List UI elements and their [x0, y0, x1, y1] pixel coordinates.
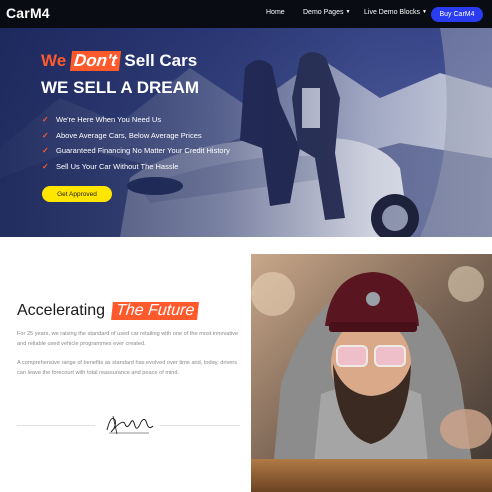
check-icon: ✓: [42, 161, 49, 171]
hero-bullet-list: ✓ We're Here When You Need Us ✓ Above Aver…: [42, 112, 230, 174]
portrait-photo: [251, 254, 492, 492]
logo[interactable]: CarM4: [6, 5, 50, 21]
about-paragraph-1: For 25 years, we raising the standard of…: [17, 331, 239, 347]
hero-title-suffix: Sell Cars: [124, 51, 198, 70]
about-paragraph-2: A comprehensive range of benefits as sta…: [17, 360, 238, 376]
get-approved-button[interactable]: Get Approved: [42, 186, 112, 202]
hero-section: We Don't Sell Cars WE SELL A DREAM ✓ We'r…: [0, 28, 492, 237]
buy-button[interactable]: Buy CarM4: [431, 7, 483, 22]
hero-title-highlight: Don't: [69, 51, 121, 71]
caret-down-icon: ▼: [345, 9, 351, 15]
hero-title-line1: We Don't Sell Cars: [41, 51, 197, 71]
hero-bullet: ✓ Sell Us Your Car Without The Hassle: [42, 159, 230, 175]
hero-bullet-text: Sell Us Your Car Without The Hassle: [56, 161, 179, 171]
about-title-text: Accelerating: [17, 302, 106, 319]
about-title: Accelerating The Future: [17, 302, 199, 320]
hero-bullet: ✓ We're Here When You Need Us: [42, 112, 230, 128]
check-icon: ✓: [42, 115, 49, 125]
about-title-highlight: The Future: [110, 302, 199, 320]
hero-bullet: ✓ Above Average Cars, Below Average Price…: [42, 128, 230, 144]
check-icon: ✓: [42, 130, 49, 140]
divider-left: [17, 425, 95, 426]
divider-right: [160, 425, 240, 426]
check-icon: ✓: [42, 146, 49, 156]
nav-link-demo-pages-label: Demo Pages: [303, 9, 344, 16]
hero-title-line2: WE SELL A DREAM: [41, 78, 200, 97]
signature-image: [106, 415, 154, 435]
nav-link-home-label: Home: [266, 9, 285, 16]
top-nav: CarM4 Home Demo Pages ▼ Live Demo Blocks ▼…: [0, 0, 492, 28]
hero-bullet-text: We're Here When You Need Us: [56, 115, 162, 125]
nav-link-live-demo-blocks[interactable]: Live Demo Blocks ▼: [364, 9, 427, 16]
hero-title-prefix: We: [41, 51, 67, 70]
nav-link-live-demo-blocks-label: Live Demo Blocks: [364, 9, 421, 16]
hero-bullet-text: Above Average Cars, Below Average Prices: [56, 130, 202, 140]
caret-down-icon: ▼: [422, 9, 427, 15]
hero-bullet-text: Guaranteed Financing No Matter Your Cred…: [56, 146, 230, 156]
hero-bullet: ✓ Guaranteed Financing No Matter Your Cre…: [42, 143, 230, 159]
nav-link-demo-pages[interactable]: Demo Pages ▼: [303, 9, 350, 16]
nav-link-home[interactable]: Home: [266, 9, 285, 16]
